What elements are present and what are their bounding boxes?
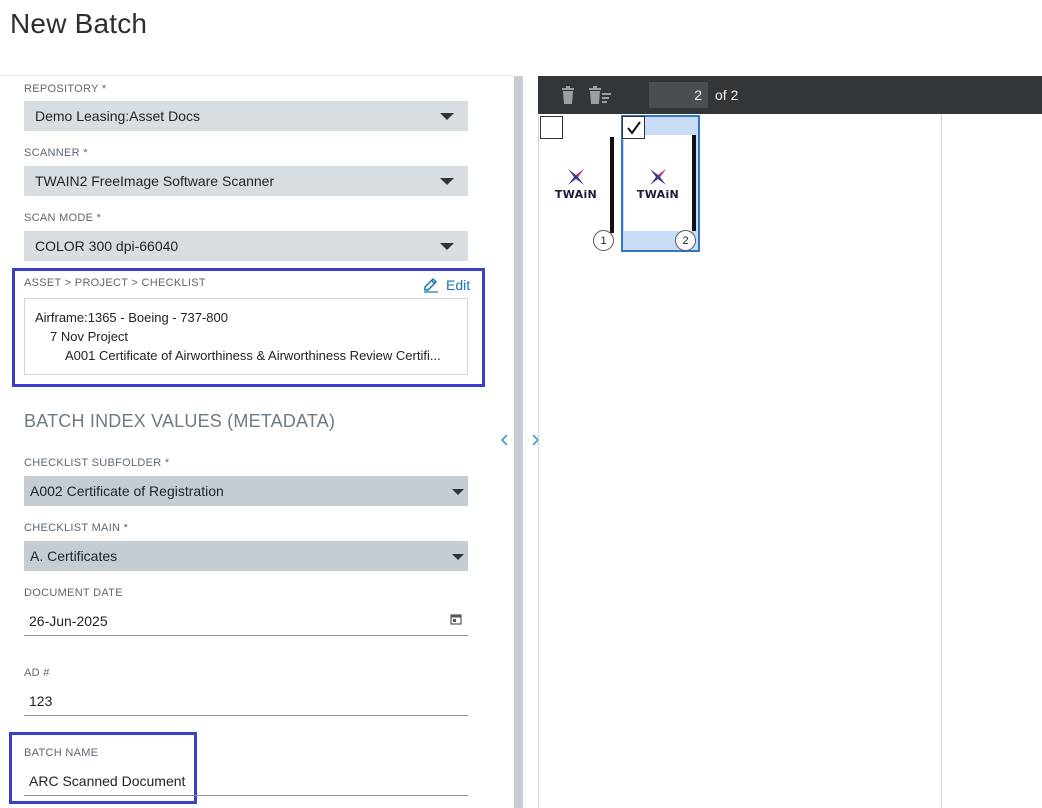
page-number-input[interactable]: 2 (649, 82, 708, 108)
thumbnail-checkbox[interactable] (622, 116, 645, 139)
asset-line: Airframe:1365 - Boeing - 737-800 (35, 310, 228, 325)
scanner-select[interactable]: TWAIN2 FreeImage Software Scanner (24, 166, 468, 196)
batch-name-label: BATCH NAME (24, 747, 99, 759)
calendar-icon[interactable] (450, 613, 462, 625)
page-title: New Batch (10, 8, 148, 39)
scan-mode-value: COLOR 300 dpi-66040 (35, 238, 179, 254)
twain-logo-icon (650, 169, 666, 185)
checklist-subfolder-value: A002 Certificate of Registration (30, 483, 224, 499)
trash-icon[interactable] (557, 84, 579, 106)
thumbnail-checkbox[interactable] (540, 116, 563, 139)
dropdown-caret-icon (440, 178, 454, 185)
asset-path-label: ASSET > PROJECT > CHECKLIST (24, 277, 206, 289)
project-line: 7 Nov Project (50, 329, 129, 344)
twain-logo-text: TWAiN (636, 188, 680, 201)
page-thumbnail-selected[interactable]: TWAiN 2 (621, 115, 700, 252)
twain-logo: TWAiN (633, 165, 683, 201)
scan-mode-label: SCAN MODE * (24, 212, 102, 224)
edit-asset-link[interactable]: Edit (422, 276, 470, 294)
page-thumbnail[interactable]: TWAiN 1 (539, 115, 618, 252)
checklist-main-value: A. Certificates (30, 548, 118, 564)
page-count-label: of 2 (715, 87, 739, 103)
document-date-value: 26-Jun-2025 (29, 612, 108, 629)
twain-logo-text: TWAiN (554, 188, 598, 201)
ad-number-label: AD # (24, 667, 50, 679)
scan-mode-select[interactable]: COLOR 300 dpi-66040 (24, 231, 468, 261)
repository-select[interactable]: Demo Leasing:Asset Docs (24, 101, 468, 131)
document-date-input[interactable]: 26-Jun-2025 (24, 606, 468, 636)
document-date-label: DOCUMENT DATE (24, 587, 123, 599)
checkmark-icon (626, 120, 641, 135)
repository-value: Demo Leasing:Asset Docs (35, 108, 200, 124)
scanner-value: TWAIN2 FreeImage Software Scanner (35, 173, 275, 189)
viewer-toolbar: 2 of 2 (538, 76, 1042, 114)
dropdown-caret-icon (452, 554, 464, 560)
checklist-subfolder-select[interactable]: A002 Certificate of Registration (24, 476, 468, 506)
page-number-badge: 2 (675, 230, 696, 251)
chevron-left-icon[interactable] (498, 432, 510, 448)
scanner-label: SCANNER * (24, 147, 88, 159)
page-number-badge: 1 (593, 230, 614, 251)
checklist-subfolder-label: CHECKLIST SUBFOLDER * (24, 457, 170, 469)
repository-label: REPOSITORY * (24, 83, 107, 95)
document-viewer: 2 of 2 TWAiN 1 TWAiN 2 (538, 76, 1042, 808)
asset-path-box: Airframe:1365 - Boeing - 737-800 7 Nov P… (24, 298, 468, 375)
batch-name-input[interactable]: ARC Scanned Document (24, 766, 468, 796)
delete-multiple-icon[interactable] (587, 84, 613, 106)
scan-edge (610, 137, 614, 233)
checklist-line: A001 Certificate of Airworthiness & Airw… (65, 348, 441, 363)
dropdown-caret-icon (452, 489, 464, 495)
checklist-main-label: CHECKLIST MAIN * (24, 522, 129, 534)
viewer-right-border (941, 114, 942, 808)
panel-collapse-arrows (498, 432, 542, 452)
dropdown-caret-icon (440, 243, 454, 250)
twain-logo-icon (568, 169, 584, 185)
scan-edge (692, 135, 696, 231)
ad-number-value: 123 (29, 692, 53, 709)
edit-label: Edit (446, 277, 471, 293)
checklist-main-select[interactable]: A. Certificates (24, 541, 468, 571)
metadata-section-heading: BATCH INDEX VALUES (METADATA) (24, 411, 336, 431)
batch-name-value: ARC Scanned Document (29, 772, 186, 789)
dropdown-caret-icon (440, 113, 454, 120)
pencil-icon (424, 277, 438, 293)
ad-number-input[interactable]: 123 (24, 686, 468, 716)
twain-logo: TWAiN (551, 165, 601, 201)
